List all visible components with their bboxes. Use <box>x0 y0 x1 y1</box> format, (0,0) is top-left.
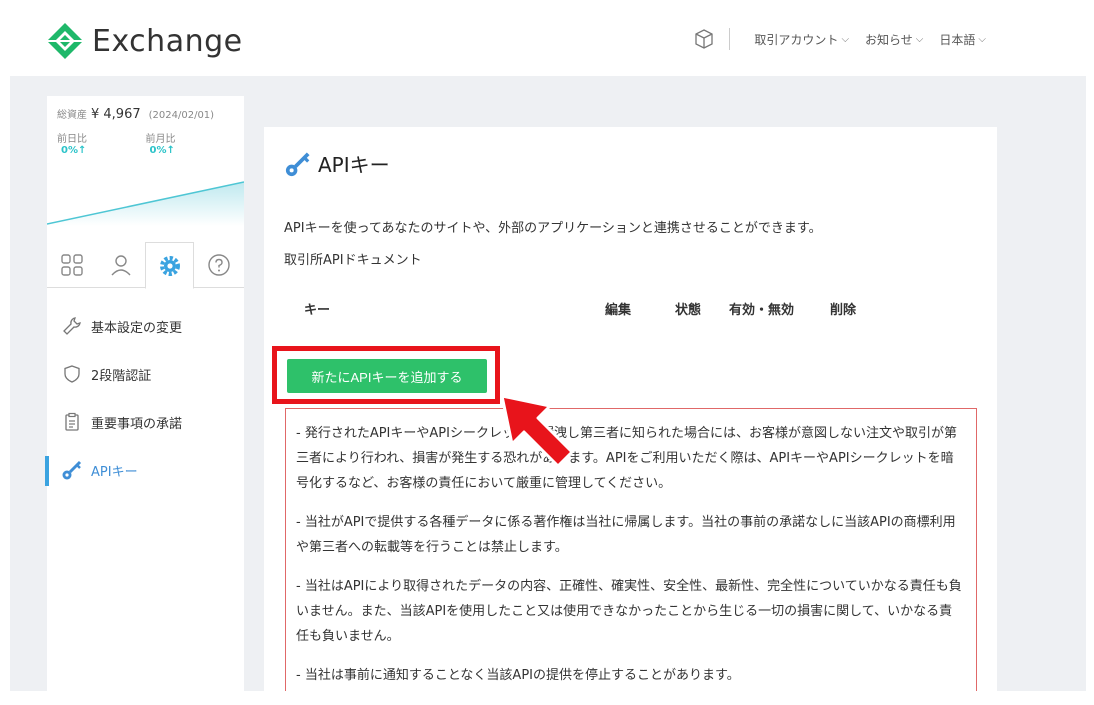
month-change-value: 0%↑ <box>149 145 175 156</box>
tab-settings[interactable] <box>145 242 194 289</box>
sidebar-item-label: 2段階認証 <box>91 368 152 384</box>
header-nav: 取引アカウント ⌵ お知らせ ⌵ 日本語 ⌵ <box>693 28 986 50</box>
sidebar-item-label: APIキー <box>91 464 138 480</box>
page-frame: Exchange 取引アカウント ⌵ お知らせ ⌵ 日本語 ⌵ 総資産 ¥ 4,… <box>10 0 1086 691</box>
sidebar-tabs <box>47 242 244 289</box>
nav-language-label: 日本語 <box>939 32 976 47</box>
nav-language[interactable]: 日本語 ⌵ <box>939 31 986 48</box>
page-title: APIキー <box>284 149 390 178</box>
tab-account[interactable] <box>96 242 145 288</box>
page-title-text: APIキー <box>318 153 390 177</box>
sidebar: 総資産 ¥ 4,967 (2024/02/01) 前日比0%↑ 前月比0%↑ 基… <box>45 96 244 691</box>
notice-item: - 当社はAPIにより取得されたデータの内容、正確性、確実性、安全性、最新性、完… <box>296 579 962 644</box>
asset-summary: 総資産 ¥ 4,967 (2024/02/01) 前日比0%↑ 前月比0%↑ <box>47 96 244 156</box>
nav-news-label: お知らせ <box>865 32 913 47</box>
api-key-panel: APIキー APIキーを使ってあなたのサイトや、外部のアプリケーションと連携させ… <box>264 127 997 691</box>
grid-icon <box>60 254 83 276</box>
column-header-status: 状態 <box>675 303 702 318</box>
logo-text: Exchange <box>92 23 243 59</box>
sidebar-item-agreements[interactable]: 重要事項の承諾 <box>47 398 244 446</box>
cube-icon[interactable] <box>693 28 715 50</box>
sidebar-item-label: 重要事項の承諾 <box>91 416 183 432</box>
day-change-label: 前日比 <box>57 134 87 145</box>
logo[interactable]: Exchange <box>46 22 243 60</box>
nav-news[interactable]: お知らせ ⌵ <box>865 31 923 48</box>
total-assets-amount: ¥ 4,967 <box>91 107 141 122</box>
chevron-down-icon: ⌵ <box>978 33 986 45</box>
pointer-arrow-icon <box>500 394 574 468</box>
column-header-enable: 有効・無効 <box>729 303 795 318</box>
month-change-label: 前月比 <box>145 134 176 145</box>
page-description: APIキーを使ってあなたのサイトや、外部のアプリケーションと連携させることができ… <box>284 221 822 236</box>
key-icon <box>285 151 310 176</box>
nav-trading-account-label: 取引アカウント <box>754 32 839 47</box>
wrench-icon <box>61 315 83 337</box>
help-icon <box>207 254 230 276</box>
notice-item: - 当社は事前に通知することなく当該APIの提供を停止することがあります。 <box>296 668 740 683</box>
sidebar-menu: 基本設定の変更 2段階認証 重要事項の承諾 APIキー <box>45 302 244 494</box>
sidebar-item-label: 基本設定の変更 <box>91 320 183 336</box>
nav-trading-account[interactable]: 取引アカウント ⌵ <box>754 31 849 48</box>
day-change-value: 0%↑ <box>61 145 87 156</box>
asset-sparkline <box>47 181 244 226</box>
top-header: Exchange 取引アカウント ⌵ お知らせ ⌵ 日本語 ⌵ <box>10 0 1086 76</box>
sidebar-item-2fa[interactable]: 2段階認証 <box>47 350 244 398</box>
notice-box: - 発行されたAPIキーやAPIシークレットが漏洩し第三者に知られた場合には、お… <box>285 408 977 691</box>
nav-divider <box>729 28 731 50</box>
logo-icon <box>47 23 83 59</box>
column-header-key: キー <box>304 303 331 318</box>
notice-item: - 発行されたAPIキーやAPIシークレットが漏洩し第三者に知られた場合には、お… <box>296 426 957 491</box>
api-document-link[interactable]: 取引所APIドキュメント <box>284 249 422 268</box>
user-icon <box>110 255 131 276</box>
clipboard-icon <box>61 411 83 433</box>
sidebar-item-api-key[interactable]: APIキー <box>45 446 244 494</box>
chevron-down-icon: ⌵ <box>841 33 850 45</box>
sidebar-item-basic-settings[interactable]: 基本設定の変更 <box>47 302 244 350</box>
highlight-box: 新たにAPIキーを追加する <box>272 346 500 404</box>
tab-help[interactable] <box>194 242 243 288</box>
total-assets-label: 総資産 <box>57 110 87 121</box>
tab-dashboard[interactable] <box>47 242 96 288</box>
total-assets-date: (2024/02/01) <box>148 110 215 121</box>
gear-icon <box>159 255 180 276</box>
key-icon <box>61 459 83 481</box>
column-header-delete: 削除 <box>830 303 857 318</box>
chevron-down-icon: ⌵ <box>915 33 924 45</box>
column-header-edit: 編集 <box>605 303 632 318</box>
add-api-key-button[interactable]: 新たにAPIキーを追加する <box>287 359 487 393</box>
shield-icon <box>61 363 83 385</box>
notice-item: - 当社がAPIで提供する各種データに係る著作権は当社に帰属します。当社の事前の… <box>296 515 956 555</box>
